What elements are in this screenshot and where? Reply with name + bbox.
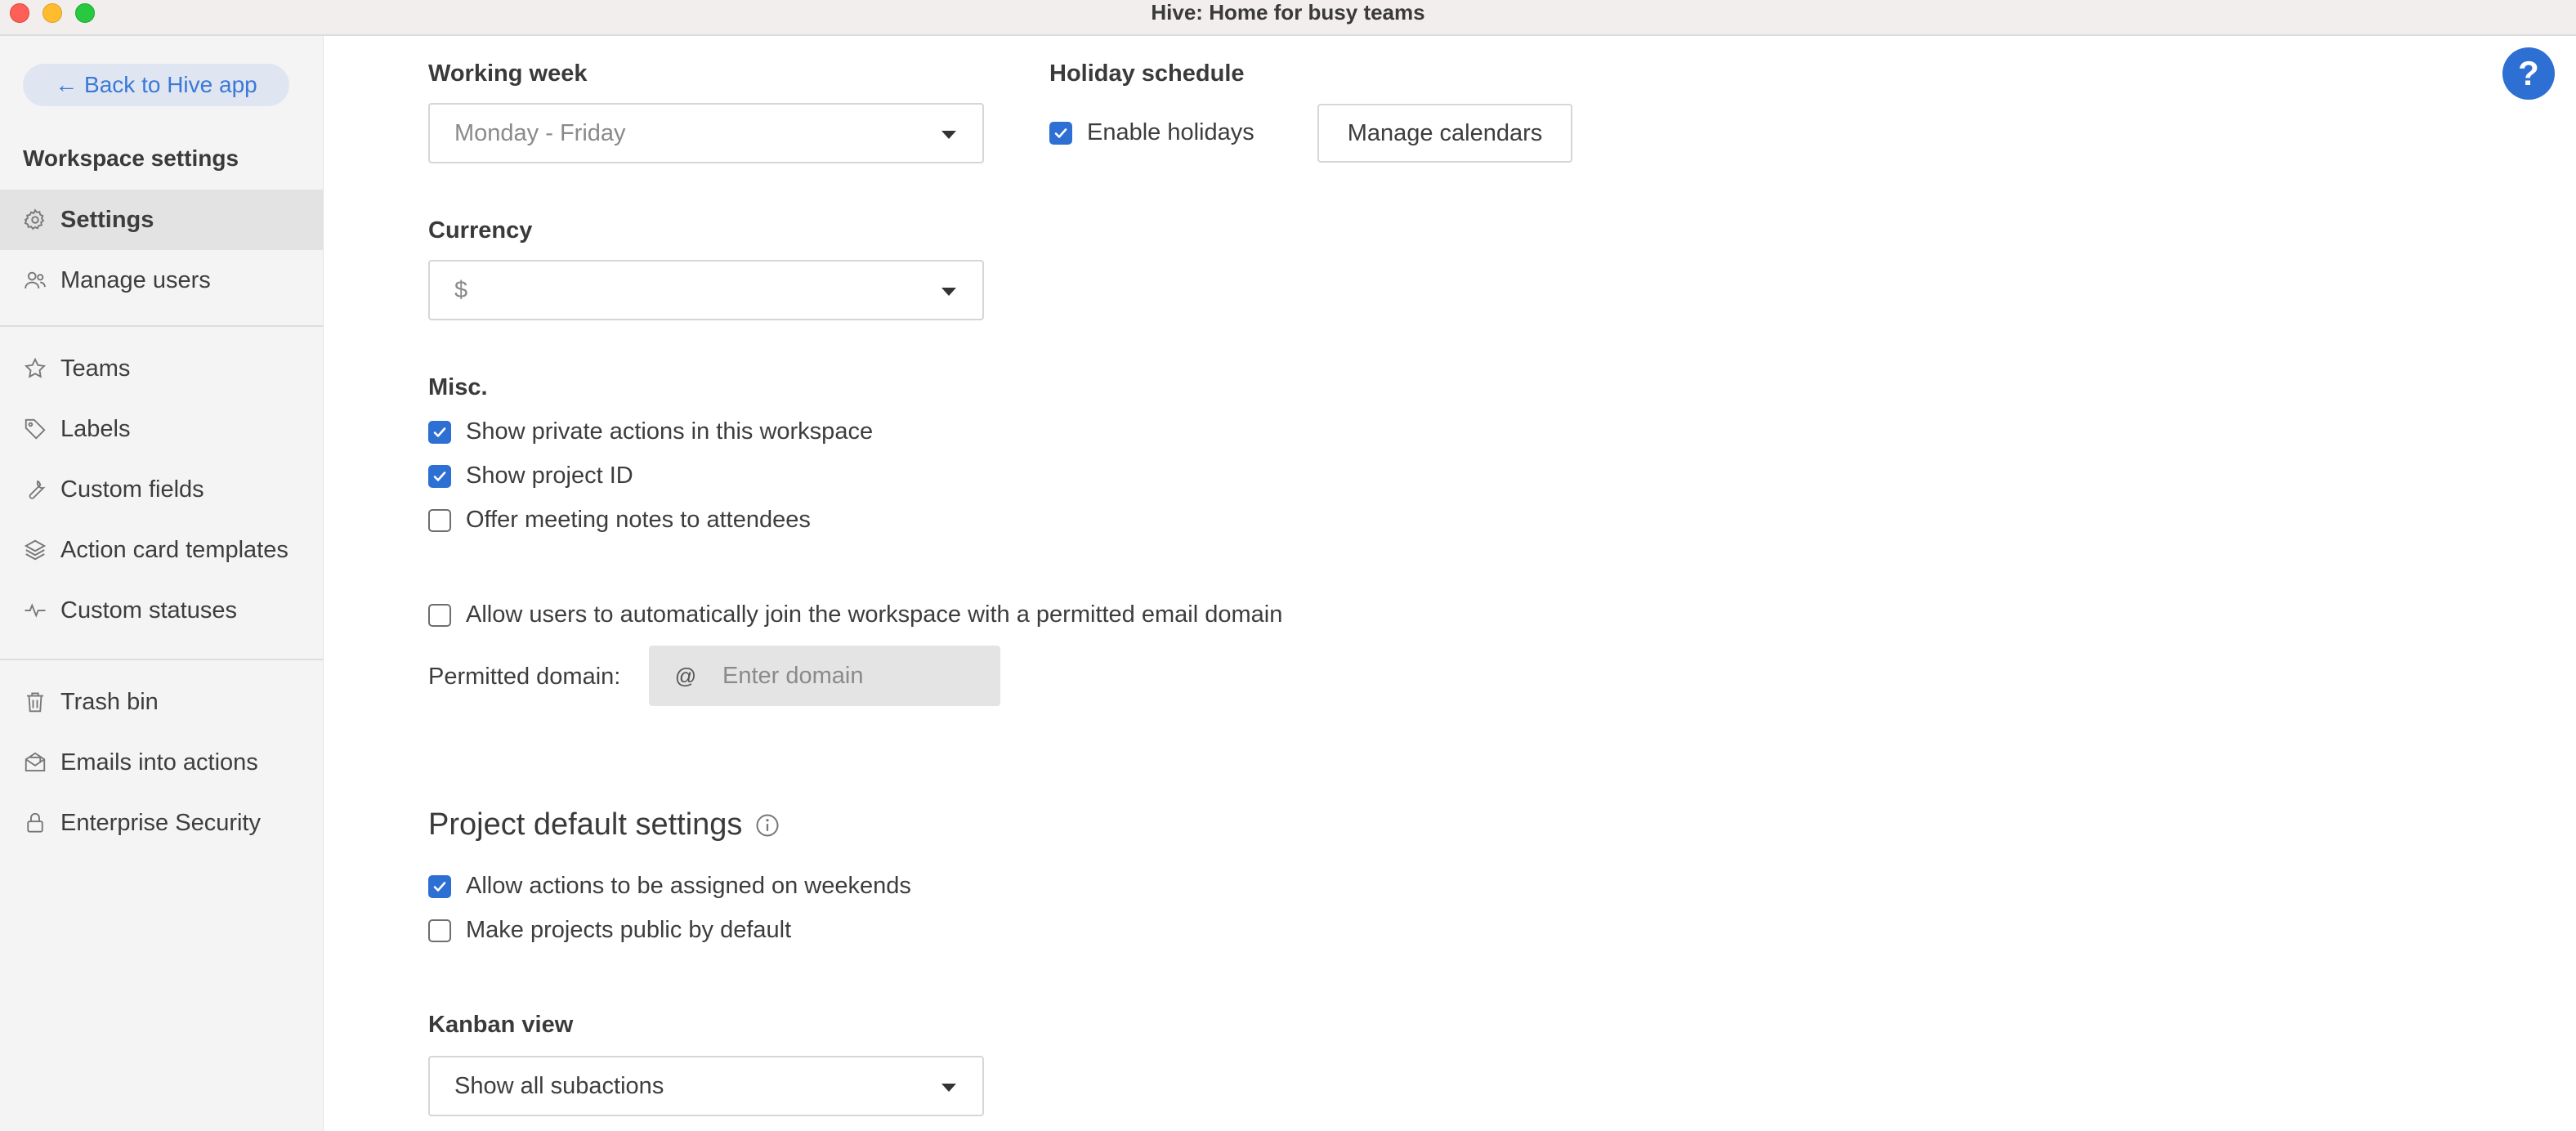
sidebar-item-label: Teams (60, 355, 131, 382)
workspace-settings-heading: Workspace settings (23, 145, 239, 171)
holiday-schedule-label: Holiday schedule (1049, 60, 1245, 87)
show-project-id-row[interactable]: Show project ID (428, 463, 633, 490)
chevron-down-icon (941, 1084, 956, 1092)
projects-public-checkbox[interactable] (428, 919, 451, 942)
show-project-id-checkbox[interactable] (428, 464, 451, 488)
offer-meeting-notes-label: Offer meeting notes to attendees (466, 507, 811, 533)
enable-holidays-row[interactable]: Enable holidays (1049, 119, 1254, 146)
help-button[interactable]: ? (2502, 47, 2555, 100)
sidebar-item-enterprise-security[interactable]: Enterprise Security (0, 793, 324, 853)
working-week-value: Monday - Friday (454, 119, 626, 146)
sidebar-item-label: Custom fields (60, 476, 204, 503)
sidebar-item-label: Labels (60, 415, 131, 442)
sidebar-item-custom-fields[interactable]: Custom fields (0, 459, 324, 520)
show-private-actions-label: Show private actions in this workspace (466, 418, 874, 445)
sidebar: ← Back to Hive app Workspace settings Se… (0, 36, 324, 1131)
projects-public-row[interactable]: Make projects public by default (428, 917, 791, 944)
working-week-label: Working week (428, 60, 588, 87)
auto-join-checkbox[interactable] (428, 603, 451, 627)
lock-icon (23, 811, 47, 835)
sidebar-item-label: Manage users (60, 266, 211, 293)
check-icon (433, 881, 446, 892)
sidebar-item-label: Trash bin (60, 688, 159, 715)
weekend-actions-label: Allow actions to be assigned on weekends (466, 873, 911, 899)
envelope-icon (23, 750, 47, 775)
sidebar-item-settings[interactable]: Settings (0, 190, 324, 250)
layers-icon (23, 538, 47, 562)
tag-icon (23, 417, 47, 441)
check-icon (433, 427, 446, 437)
enable-holidays-label: Enable holidays (1087, 119, 1254, 145)
sidebar-divider (0, 659, 324, 660)
sidebar-item-custom-statuses[interactable]: Custom statuses (0, 580, 324, 641)
weekend-actions-checkbox[interactable] (428, 874, 451, 898)
sidebar-item-action-card-templates[interactable]: Action card templates (0, 520, 324, 580)
sidebar-item-label: Emails into actions (60, 749, 258, 776)
permitted-domain-label: Permitted domain: (428, 664, 621, 690)
sidebar-item-label: Custom statuses (60, 597, 237, 624)
sidebar-divider (0, 325, 324, 327)
show-project-id-label: Show project ID (466, 463, 633, 489)
project-default-settings-heading: Project default settings (428, 807, 780, 843)
chevron-down-icon (941, 288, 956, 296)
gear-icon (23, 208, 47, 232)
star-icon (23, 356, 47, 381)
at-sign-prefix: @ (674, 663, 697, 688)
sidebar-item-manage-users[interactable]: Manage users (0, 250, 324, 311)
sidebar-item-trash-bin[interactable]: Trash bin (0, 672, 324, 732)
check-icon (433, 471, 446, 481)
manage-calendars-button[interactable]: Manage calendars (1317, 104, 1572, 163)
auto-join-label: Allow users to automatically join the wo… (466, 601, 1283, 628)
info-icon[interactable] (755, 813, 780, 838)
sidebar-item-label: Settings (60, 206, 154, 233)
show-private-actions-checkbox[interactable] (428, 420, 451, 444)
window-title: Hive: Home for busy teams (1151, 0, 1425, 25)
back-to-app-button[interactable]: ← Back to Hive app (23, 64, 289, 106)
offer-meeting-notes-checkbox[interactable] (428, 508, 451, 532)
projects-public-label: Make projects public by default (466, 917, 792, 943)
currency-select[interactable]: $ (428, 260, 984, 320)
check-icon (1054, 127, 1067, 138)
working-week-select[interactable]: Monday - Friday (428, 103, 984, 163)
offer-meeting-notes-row[interactable]: Offer meeting notes to attendees (428, 507, 811, 534)
project-default-settings-title: Project default settings (428, 807, 743, 842)
enable-holidays-checkbox[interactable] (1049, 121, 1072, 145)
currency-value: $ (454, 276, 468, 303)
currency-label: Currency (428, 217, 533, 244)
pulse-icon (23, 598, 47, 623)
kanban-view-select[interactable]: Show all subactions (428, 1056, 984, 1116)
chevron-down-icon (941, 131, 956, 139)
show-private-actions-row[interactable]: Show private actions in this workspace (428, 418, 873, 445)
window-titlebar: Hive: Home for busy teams (0, 0, 2576, 36)
sidebar-item-label: Enterprise Security (60, 809, 261, 836)
kanban-view-value: Show all subactions (454, 1072, 664, 1099)
weekend-actions-row[interactable]: Allow actions to be assigned on weekends (428, 873, 911, 900)
sidebar-item-teams[interactable]: Teams (0, 338, 324, 399)
sidebar-item-labels[interactable]: Labels (0, 399, 324, 459)
users-icon (23, 268, 47, 293)
sidebar-item-label: Action card templates (60, 536, 288, 563)
permitted-domain-placeholder: Enter domain (722, 662, 864, 689)
auto-join-row[interactable]: Allow users to automatically join the wo… (428, 601, 1282, 628)
trash-icon (23, 690, 47, 714)
wrench-icon (23, 477, 47, 502)
sidebar-item-emails-into-actions[interactable]: Emails into actions (0, 732, 324, 793)
permitted-domain-input[interactable]: @ Enter domain (649, 646, 1000, 706)
misc-label: Misc. (428, 374, 488, 400)
kanban-view-label: Kanban view (428, 1012, 574, 1038)
